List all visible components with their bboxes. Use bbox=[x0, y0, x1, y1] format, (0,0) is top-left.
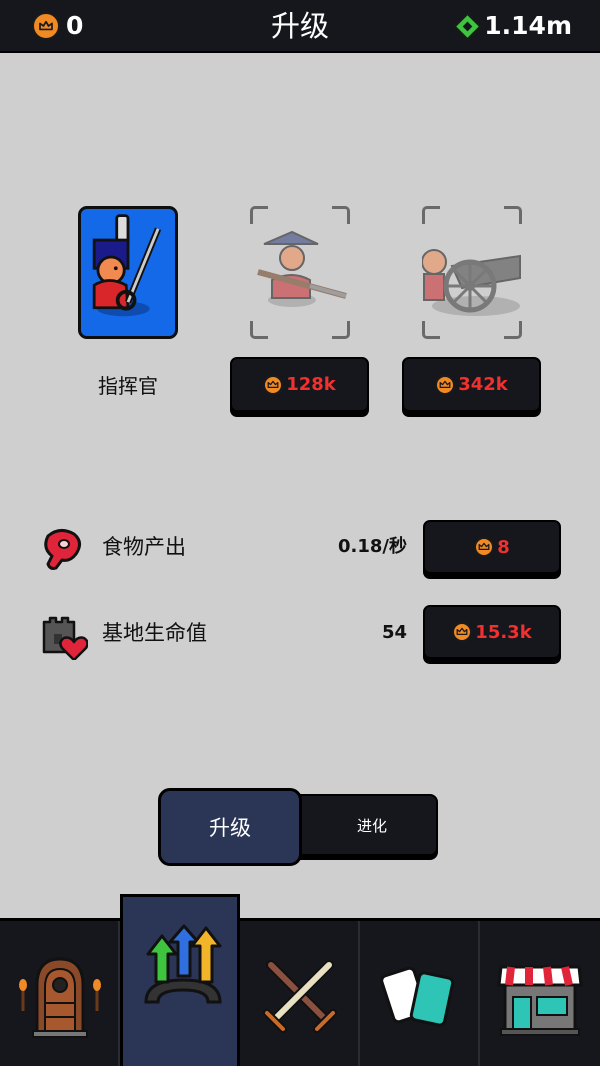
meat-icon bbox=[44, 529, 81, 570]
gem-icon bbox=[454, 13, 481, 40]
nav-upgrade[interactable] bbox=[120, 894, 240, 1066]
tab-evolve-label: 进化 bbox=[356, 816, 387, 835]
upgrade-arrows-icon bbox=[144, 924, 222, 1004]
cannon-icon bbox=[422, 249, 521, 316]
unlock-cannon-button[interactable]: 342k bbox=[402, 357, 541, 412]
upgrade-base-health-button[interactable]: 15.3k bbox=[423, 605, 561, 659]
tab-upgrade[interactable]: 升级 bbox=[158, 788, 302, 866]
commander-icon bbox=[92, 214, 162, 317]
nav-battle-units[interactable] bbox=[240, 921, 360, 1066]
top-bar: 0 升级 1.14m bbox=[0, 0, 600, 53]
unit-card-commander[interactable] bbox=[78, 206, 178, 339]
tab-upgrade-label: 升级 bbox=[209, 816, 251, 840]
cards-icon bbox=[380, 966, 455, 1027]
nav-battle[interactable] bbox=[0, 921, 120, 1066]
stat-value: 54 bbox=[381, 622, 407, 643]
upgrade-food-button[interactable]: 8 bbox=[423, 520, 561, 574]
gem-count: 1.14m bbox=[484, 11, 572, 40]
nav-shop[interactable] bbox=[480, 921, 600, 1066]
unlock-musketeer-button[interactable]: 128k bbox=[230, 357, 369, 412]
gem-counter: 1.14m bbox=[454, 11, 572, 41]
castle-heart-icon bbox=[42, 616, 88, 660]
musketeer-icon bbox=[257, 230, 347, 307]
price-label: 8 bbox=[497, 536, 510, 558]
crossed-swords-icon bbox=[263, 960, 337, 1033]
price-label: 15.3k bbox=[475, 621, 532, 643]
crown-icon bbox=[474, 537, 495, 557]
bottom-nav bbox=[0, 894, 600, 1066]
unit-name-commander: 指挥官 bbox=[98, 374, 158, 398]
price-label: 128k bbox=[286, 374, 336, 395]
crown-icon bbox=[263, 374, 284, 395]
unit-card-musketeer[interactable] bbox=[250, 206, 350, 339]
crown-icon bbox=[452, 622, 473, 642]
stat-value: 0.18/秒 bbox=[338, 536, 407, 557]
stat-label: 基地生命值 bbox=[102, 621, 207, 645]
shop-icon bbox=[497, 965, 583, 1036]
stat-label: 食物产出 bbox=[102, 535, 186, 559]
price-label: 342k bbox=[458, 374, 508, 395]
nav-cards[interactable] bbox=[360, 921, 480, 1066]
tab-evolve[interactable]: 进化 bbox=[288, 794, 438, 856]
crown-icon bbox=[435, 374, 456, 395]
unit-card-cannon[interactable] bbox=[422, 206, 522, 339]
door-icon bbox=[19, 957, 101, 1038]
upgrade-tabs: 进化 升级 bbox=[158, 788, 438, 866]
